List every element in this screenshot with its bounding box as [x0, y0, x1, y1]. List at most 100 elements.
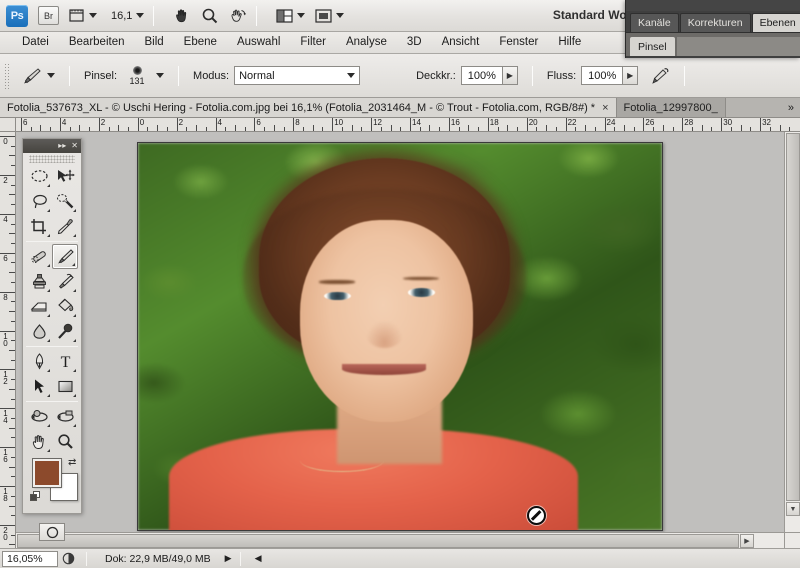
- arrange-documents-button[interactable]: [276, 5, 306, 27]
- swap-colors-icon[interactable]: ⇄: [68, 457, 76, 468]
- scroll-right-button[interactable]: ▶: [740, 534, 754, 548]
- tool-magic-wand[interactable]: [52, 189, 78, 214]
- menu-auswahl[interactable]: Auswahl: [227, 32, 290, 53]
- close-icon[interactable]: ×: [602, 102, 608, 114]
- tool-clone-stamp[interactable]: [26, 269, 52, 294]
- tool-submenu-triangle-icon: [73, 369, 76, 372]
- ruler-minor-tick: [11, 145, 15, 147]
- zoom-chevron-down-icon[interactable]: [136, 13, 145, 18]
- tool-eyedropper[interactable]: [52, 214, 78, 239]
- tool-eraser[interactable]: [26, 294, 52, 319]
- ruler-minor-tick: [127, 127, 129, 131]
- collapse-arrows-icon[interactable]: ▸▸: [58, 141, 66, 151]
- quick-mask-button[interactable]: [39, 523, 65, 541]
- horizontal-scrollbar[interactable]: ▶: [16, 532, 784, 548]
- tool-zoom[interactable]: [52, 429, 78, 454]
- opacity-input[interactable]: 100%: [460, 66, 503, 85]
- status-left-arrow[interactable]: ◀: [255, 553, 262, 564]
- tool-crop[interactable]: [26, 214, 52, 239]
- scroll-down-button[interactable]: ▼: [786, 502, 800, 516]
- bridge-launch-button[interactable]: Br: [38, 6, 59, 25]
- view-extras-button[interactable]: [69, 5, 97, 27]
- ruler-minor-tick: [147, 127, 149, 131]
- panel-tab-ebenen[interactable]: Ebenen: [751, 13, 800, 32]
- tool-type[interactable]: T: [52, 349, 78, 374]
- ruler-minor-tick: [11, 281, 15, 283]
- canvas-area[interactable]: [16, 132, 784, 532]
- blend-mode-select[interactable]: Normal: [234, 66, 361, 85]
- preview-icon[interactable]: [58, 552, 78, 565]
- vertical-ruler[interactable]: 0 2 4 6 8 1 0 1 2 1 4 1 6 1 8 2 0: [0, 132, 16, 548]
- tool-dodge[interactable]: [52, 319, 78, 344]
- tool-lasso[interactable]: [26, 189, 52, 214]
- tool-rectangle-shape[interactable]: [52, 374, 78, 399]
- close-icon[interactable]: ✕: [71, 141, 78, 151]
- ruler-minor-tick: [546, 125, 548, 131]
- tool-elliptical-marquee[interactable]: [26, 164, 52, 189]
- airbrush-icon: [652, 67, 669, 84]
- ruler-corner[interactable]: [0, 118, 16, 132]
- ruler-minor-tick: [273, 125, 275, 131]
- panel-dock-titlebar[interactable]: [626, 0, 800, 11]
- status-menu-button[interactable]: ▶: [225, 553, 232, 564]
- document-image[interactable]: [137, 142, 663, 531]
- tool-submenu-triangle-icon: [47, 339, 50, 342]
- hand-tool-button[interactable]: [173, 5, 191, 27]
- toolbox-header[interactable]: ▸▸ ✕: [23, 139, 81, 153]
- tool-path-selection[interactable]: [26, 374, 52, 399]
- tool-brush[interactable]: [52, 244, 78, 269]
- zoom-tool-button[interactable]: [201, 5, 219, 27]
- menu-bearbeiten[interactable]: Bearbeiten: [59, 32, 135, 53]
- scrollbar-corner: [784, 532, 800, 548]
- menu-hilfe[interactable]: Hilfe: [548, 32, 591, 53]
- status-zoom-input[interactable]: 16,05%: [2, 550, 58, 567]
- menu-fenster[interactable]: Fenster: [489, 32, 548, 53]
- rotate-view-tool-button[interactable]: [229, 5, 247, 27]
- tool-3d-rotate[interactable]: [26, 404, 52, 429]
- document-tab-inactive[interactable]: Fotolia_12997800_: [616, 98, 726, 117]
- tool-submenu-triangle-icon: [73, 234, 76, 237]
- screen-mode-icon: [315, 8, 333, 23]
- photoshop-logo-icon[interactable]: Ps: [6, 4, 28, 27]
- tool-blur[interactable]: [26, 319, 52, 344]
- tool-preset-picker[interactable]: [16, 63, 60, 89]
- ruler-minor-tick: [11, 418, 15, 420]
- menu-datei[interactable]: Datei: [12, 32, 59, 53]
- document-tab-active[interactable]: Fotolia_537673_XL - © Uschi Hering - Fot…: [0, 98, 617, 117]
- options-bar-grip[interactable]: [4, 62, 11, 89]
- airbrush-toggle[interactable]: [643, 63, 675, 89]
- menu-analyse[interactable]: Analyse: [336, 32, 397, 53]
- panel-tab-pinsel[interactable]: Pinsel: [630, 37, 675, 56]
- brush-preset-picker[interactable]: Pinsel: 131: [79, 63, 169, 89]
- ruler-minor-tick: [205, 127, 207, 131]
- zoom-level-value[interactable]: 16,1: [111, 10, 132, 22]
- horizontal-scrollbar-thumb[interactable]: [17, 534, 739, 548]
- toolbox-grip[interactable]: [29, 155, 75, 163]
- ruler-label: 24: [606, 118, 616, 127]
- flow-slider-button[interactable]: ▶: [623, 66, 639, 85]
- menu-3d[interactable]: 3D: [397, 32, 432, 53]
- menu-ebene[interactable]: Ebene: [174, 32, 227, 53]
- panel-tab-kanaele[interactable]: Kanäle: [630, 13, 679, 32]
- tool-3d-orbit-camera[interactable]: [52, 404, 78, 429]
- tab-overflow-button[interactable]: »: [781, 98, 800, 117]
- default-colors-icon[interactable]: [30, 491, 41, 502]
- tool-history-brush[interactable]: [52, 269, 78, 294]
- flow-input[interactable]: 100%: [581, 66, 624, 85]
- tool-healing-brush[interactable]: [26, 244, 52, 269]
- vertical-scrollbar-thumb[interactable]: [786, 133, 800, 501]
- tool-paint-bucket[interactable]: [52, 294, 78, 319]
- horizontal-ruler[interactable]: 6 4 2 0 2 4 6 8 10 12 14 16 18 20 22 24 26 28 30 32: [16, 118, 800, 132]
- menu-bild[interactable]: Bild: [134, 32, 173, 53]
- tool-hand[interactable]: [26, 429, 52, 454]
- tool-move[interactable]: [52, 164, 78, 189]
- vertical-scrollbar[interactable]: ▼: [784, 132, 800, 532]
- tool-pen[interactable]: [26, 349, 52, 374]
- screen-mode-button[interactable]: [315, 5, 345, 27]
- foreground-color-swatch[interactable]: [32, 458, 62, 488]
- panel-tab-korrekturen[interactable]: Korrekturen: [679, 13, 751, 32]
- ruler-minor-tick: [351, 125, 353, 131]
- menu-filter[interactable]: Filter: [290, 32, 336, 53]
- opacity-slider-button[interactable]: ▶: [502, 66, 518, 85]
- menu-ansicht[interactable]: Ansicht: [432, 32, 490, 53]
